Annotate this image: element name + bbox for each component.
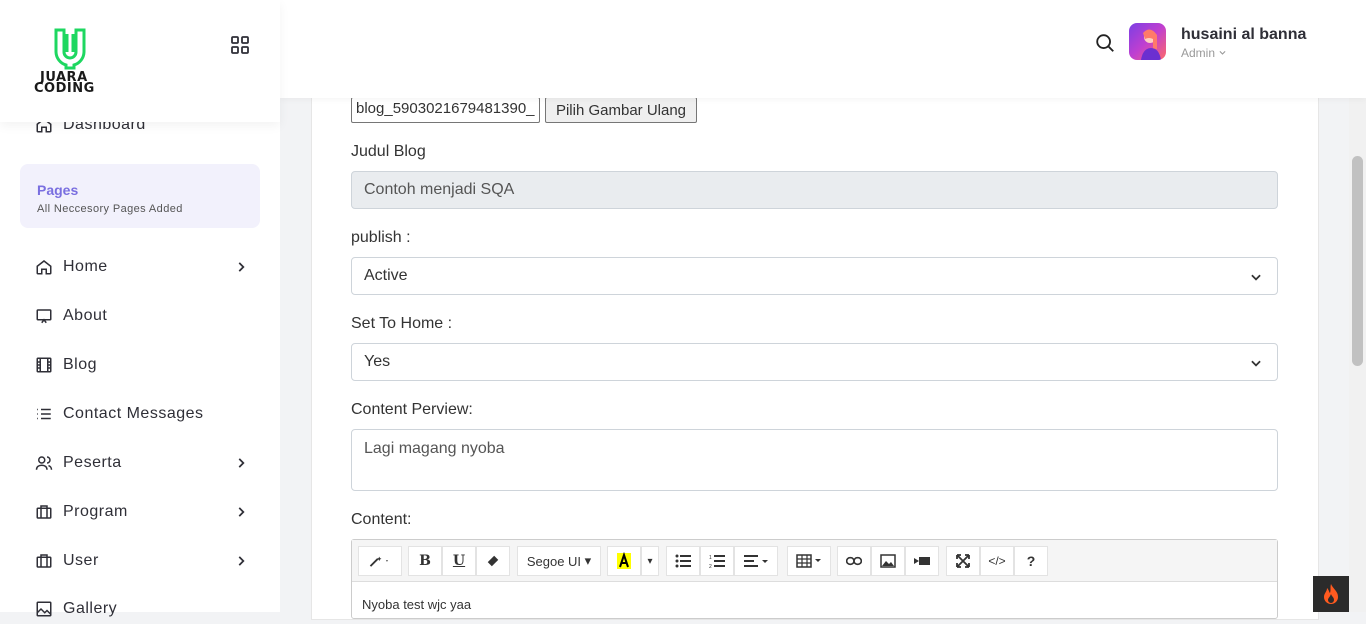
sidebar-item-label: Blog bbox=[63, 356, 98, 373]
pages-card[interactable]: Pages All Neccesory Pages Added bbox=[20, 164, 260, 228]
unordered-list-icon[interactable] bbox=[666, 546, 700, 576]
sidebar-item-label: Home bbox=[63, 258, 108, 275]
bold-icon[interactable]: B bbox=[408, 546, 442, 576]
align-icon[interactable] bbox=[734, 546, 778, 576]
set-home-value: Yes bbox=[364, 353, 391, 370]
fire-icon bbox=[1324, 584, 1338, 604]
brand-line2: CODING bbox=[34, 81, 95, 96]
sidebar-item-label: Program bbox=[63, 503, 128, 520]
judul-label: Judul Blog bbox=[351, 143, 426, 160]
avatar[interactable] bbox=[1129, 23, 1166, 60]
chevron-right-icon bbox=[234, 505, 248, 519]
content-editor[interactable]: B U Segoe UI ▾ ▾ 12 </> ? Nyoba test wjc… bbox=[351, 539, 1278, 619]
sidebar-item-label: User bbox=[63, 552, 99, 569]
sidebar-item-blog[interactable]: Blog bbox=[34, 350, 254, 380]
sidebar-item-home[interactable]: Home bbox=[34, 252, 254, 282]
sidebar-item-program[interactable]: Program bbox=[34, 497, 254, 527]
pages-subtitle: All Neccesory Pages Added bbox=[37, 203, 183, 215]
sidebar-item-contact-messages[interactable]: Contact Messages bbox=[34, 399, 254, 429]
table-icon[interactable] bbox=[787, 546, 831, 576]
set-home-select[interactable]: Yes bbox=[351, 343, 1278, 381]
users-icon bbox=[34, 453, 54, 473]
font-family-dropdown[interactable]: Segoe UI ▾ bbox=[517, 546, 601, 576]
chevron-right-icon bbox=[234, 554, 248, 568]
briefcase-icon bbox=[34, 502, 54, 522]
ordered-list-icon[interactable]: 12 bbox=[700, 546, 734, 576]
underline-icon[interactable]: U bbox=[442, 546, 476, 576]
home-icon bbox=[34, 257, 54, 277]
sidebar-item-label: About bbox=[63, 307, 108, 324]
content-label: Content: bbox=[351, 511, 412, 528]
chevron-down-icon bbox=[1219, 50, 1226, 55]
svg-text:1: 1 bbox=[709, 555, 712, 561]
grid-icon[interactable] bbox=[230, 35, 250, 55]
film-icon bbox=[34, 355, 54, 375]
brand-wordmark: JUARA CODING bbox=[34, 71, 95, 96]
fullscreen-icon[interactable] bbox=[946, 546, 980, 576]
judul-field[interactable]: Contoh menjadi SQA bbox=[351, 171, 1278, 209]
image-icon bbox=[34, 599, 54, 619]
file-name-field[interactable]: blog_5903021679481390_ bbox=[351, 97, 540, 123]
user-role[interactable]: Admin bbox=[1181, 46, 1227, 60]
search-icon[interactable] bbox=[1094, 32, 1116, 54]
list-icon bbox=[34, 404, 54, 424]
sidebar-item-label: Peserta bbox=[63, 454, 122, 471]
preview-label: Content Perview: bbox=[351, 401, 473, 418]
set-home-label: Set To Home : bbox=[351, 315, 453, 332]
fire-button[interactable] bbox=[1313, 576, 1349, 612]
chevron-down-icon bbox=[1249, 356, 1263, 370]
eraser-icon[interactable] bbox=[476, 546, 510, 576]
monitor-icon bbox=[34, 306, 54, 326]
sidebar-item-gallery[interactable]: Gallery bbox=[34, 594, 254, 624]
chevron-down-icon bbox=[1249, 270, 1263, 284]
editor-content[interactable]: Nyoba test wjc yaa bbox=[362, 597, 471, 612]
choose-image-button[interactable]: Pilih Gambar Ulang bbox=[545, 97, 697, 123]
video-icon[interactable] bbox=[905, 546, 939, 576]
judul-value: Contoh menjadi SQA bbox=[364, 181, 515, 198]
sidebar-item-about[interactable]: About bbox=[34, 301, 254, 331]
picture-icon[interactable] bbox=[871, 546, 905, 576]
help-icon[interactable]: ? bbox=[1014, 546, 1048, 576]
chevron-right-icon bbox=[234, 260, 248, 274]
briefcase-icon bbox=[34, 551, 54, 571]
publish-select[interactable]: Active bbox=[351, 257, 1278, 295]
text-color-icon[interactable] bbox=[607, 546, 641, 576]
sidebar-item-label: Gallery bbox=[63, 600, 118, 617]
user-role-label: Admin bbox=[1181, 46, 1216, 60]
code-view-icon[interactable]: </> bbox=[980, 546, 1014, 576]
link-icon[interactable] bbox=[837, 546, 871, 576]
pages-title: Pages bbox=[37, 182, 79, 198]
editor-toolbar: B U Segoe UI ▾ ▾ 12 </> ? bbox=[352, 540, 1277, 582]
sidebar-item-label: Contact Messages bbox=[63, 405, 204, 422]
chevron-right-icon bbox=[234, 456, 248, 470]
publish-label: publish : bbox=[351, 229, 411, 246]
preview-textarea[interactable]: Lagi magang nyoba bbox=[351, 429, 1278, 491]
logo-area: JUARA CODING bbox=[0, 0, 280, 122]
font-name: Segoe UI bbox=[526, 553, 582, 569]
sidebar-item-user[interactable]: User bbox=[34, 546, 254, 576]
svg-text:2: 2 bbox=[709, 564, 712, 568]
publish-value: Active bbox=[364, 267, 408, 284]
magic-icon[interactable] bbox=[358, 546, 402, 576]
topbar: husaini al banna Admin bbox=[280, 0, 1366, 98]
color-dropdown-icon[interactable]: ▾ bbox=[641, 546, 659, 576]
sidebar-item-peserta[interactable]: Peserta bbox=[34, 448, 254, 478]
scrollbar-thumb[interactable] bbox=[1352, 156, 1363, 366]
user-name[interactable]: husaini al banna bbox=[1181, 26, 1306, 44]
